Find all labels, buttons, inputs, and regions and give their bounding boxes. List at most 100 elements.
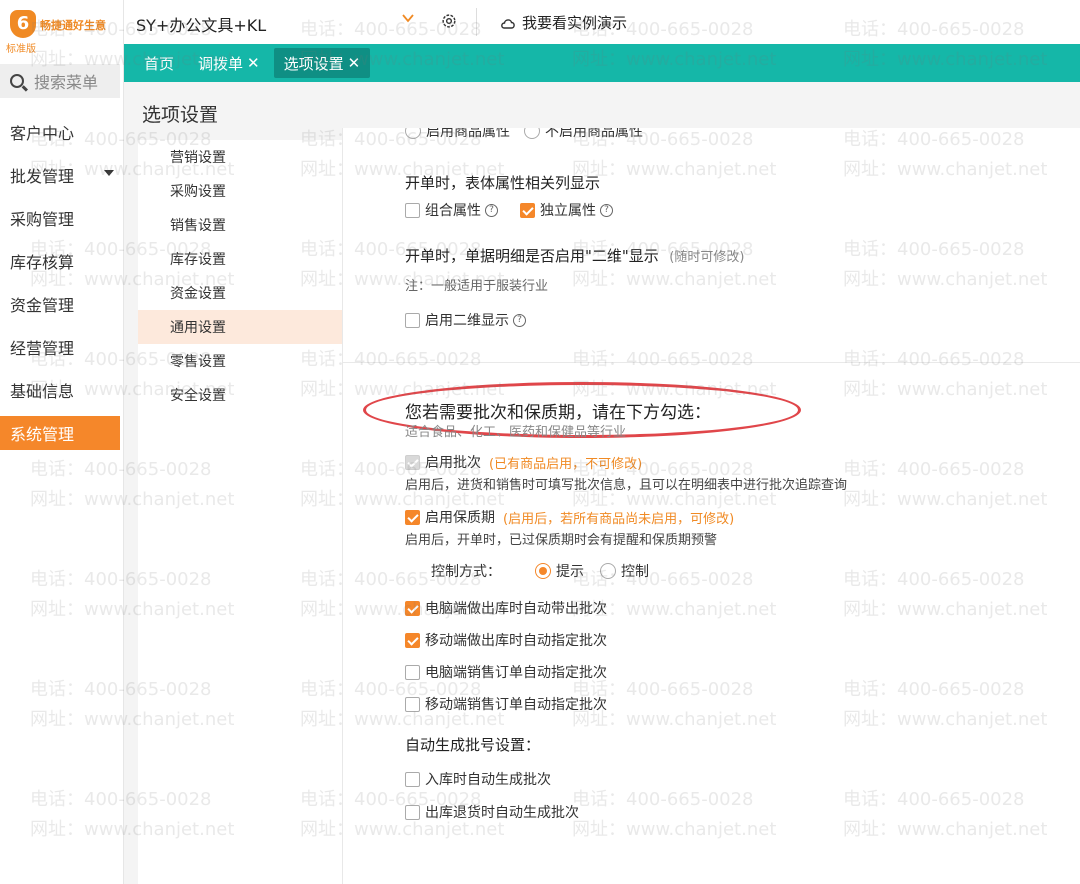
nav-item-label: 批发管理 bbox=[10, 166, 75, 186]
nav-item-customer[interactable]: 客户中心 bbox=[0, 110, 122, 153]
opt1-row: 电脑端做出库时自动带出批次 bbox=[405, 598, 607, 618]
settings-nav-general[interactable]: 通用设置 bbox=[138, 310, 342, 344]
settings-nav-funds[interactable]: 资金设置 bbox=[138, 276, 342, 310]
checkbox-enable-shelf-life[interactable] bbox=[405, 509, 420, 525]
twod-heading: 开单时，单据明细是否启用"二维"显示 bbox=[405, 247, 659, 265]
checkbox-label: 组合属性 bbox=[425, 203, 481, 219]
radio-disable-attr[interactable] bbox=[524, 128, 540, 139]
page-title: 选项设置 bbox=[142, 104, 219, 126]
settings-nav-sales[interactable]: 销售设置 bbox=[138, 208, 342, 242]
divider bbox=[343, 362, 1080, 363]
nav-item-operations[interactable]: 经营管理 bbox=[0, 325, 122, 368]
tab-bar: 首页 调拨单 ✕ 选项设置 ✕ bbox=[124, 44, 1080, 82]
checkbox-combo-attr[interactable] bbox=[405, 202, 420, 218]
checkbox-pc-outbound-auto-batch[interactable] bbox=[405, 600, 420, 616]
radio-label: 控制 bbox=[621, 564, 649, 580]
checkbox-return-auto-generate[interactable] bbox=[405, 804, 420, 820]
settings-nav: 营销设置 采购设置 销售设置 库存设置 资金设置 通用设置 零售设置 安全设置 bbox=[138, 140, 342, 884]
nav-item-basic-info[interactable]: 基础信息 bbox=[0, 368, 122, 411]
opt2-row: 移动端做出库时自动指定批次 bbox=[405, 630, 607, 650]
twod-heading-row: 开单时，单据明细是否启用"二维"显示 (随时可修改) bbox=[405, 245, 744, 266]
nav-item-label: 采购管理 bbox=[10, 209, 75, 229]
nav-item-label: 库存核算 bbox=[10, 252, 75, 272]
main-nav: 客户中心 批发管理 采购管理 库存核算 资金管理 经营管理 基础信息 系统管理 bbox=[0, 110, 122, 450]
twod-hint: (随时可修改) bbox=[669, 250, 745, 265]
checkbox-label: 移动端做出库时自动指定批次 bbox=[425, 633, 607, 649]
shelf-enable-row: 启用保质期 (启用后，若所有商品尚未启用，可修改) bbox=[405, 507, 734, 527]
checkbox-label: 独立属性 bbox=[540, 203, 596, 219]
search-menu-input[interactable]: 搜索菜单 bbox=[0, 64, 120, 98]
tab-label: 调拨单 bbox=[198, 54, 244, 73]
app-sidebar: 6 畅捷通好生意 标准版 搜索菜单 客户中心 批发管理 采购管理 库存核算 资金… bbox=[0, 0, 124, 884]
tab-label: 选项设置 bbox=[283, 54, 344, 73]
settings-nav-purchase[interactable]: 采购设置 bbox=[138, 174, 342, 208]
checkbox-label: 启用二维显示 bbox=[425, 313, 509, 329]
radio-enable-attr[interactable] bbox=[405, 128, 421, 139]
nav-item-inventory[interactable]: 库存核算 bbox=[0, 239, 122, 282]
edition-label: 标准版 bbox=[6, 44, 36, 55]
help-icon[interactable]: ? bbox=[485, 203, 498, 217]
batch-heading: 您若需要批次和保质期，请在下方勾选： bbox=[405, 403, 711, 423]
radio-label: 不启用商品属性 bbox=[545, 128, 643, 140]
auto-batch-heading: 自动生成批号设置： bbox=[405, 736, 541, 754]
twod-option: 启用二维显示 ? bbox=[405, 310, 526, 330]
checkbox-enable-2d[interactable] bbox=[405, 312, 420, 328]
demo-link[interactable]: 我要看实例演示 bbox=[500, 12, 627, 33]
nav-item-purchase[interactable]: 采购管理 bbox=[0, 196, 122, 239]
radio-label: 提示 bbox=[556, 564, 584, 580]
caret-down-icon bbox=[104, 170, 114, 176]
checkbox-label: 入库时自动生成批次 bbox=[425, 772, 551, 788]
nav-item-label: 系统管理 bbox=[10, 425, 75, 444]
tab-label: 首页 bbox=[144, 54, 175, 73]
chevron-down-icon[interactable] bbox=[402, 12, 414, 24]
settings-nav-retail[interactable]: 零售设置 bbox=[138, 344, 342, 378]
logo-text: 畅捷通好生意 bbox=[40, 19, 106, 32]
settings-nav-inventory[interactable]: 库存设置 bbox=[138, 242, 342, 276]
checkbox-independent-attr[interactable] bbox=[520, 202, 535, 218]
checkbox-mobile-outbound-auto-batch[interactable] bbox=[405, 632, 420, 648]
tab-option-settings[interactable]: 选项设置 ✕ bbox=[273, 48, 371, 78]
close-icon[interactable]: ✕ bbox=[247, 54, 260, 72]
checkbox-label: 启用保质期 bbox=[425, 510, 495, 526]
checkbox-label: 电脑端做出库时自动带出批次 bbox=[425, 601, 607, 617]
search-menu-placeholder: 搜索菜单 bbox=[34, 73, 99, 92]
gear-icon[interactable] bbox=[440, 12, 458, 30]
settings-content: 启用商品属性 不启用商品属性 开单时，表体属性相关列显示 组合属性 ? 独立属性… bbox=[342, 128, 1080, 884]
attr-options: 组合属性 ? 独立属性 ? bbox=[405, 200, 613, 220]
auto2-row: 出库退货时自动生成批次 bbox=[405, 802, 579, 822]
checkbox-label: 出库退货时自动生成批次 bbox=[425, 805, 579, 821]
control-mode-row: 控制方式： 提示 控制 bbox=[431, 561, 649, 581]
attr-heading: 开单时，表体属性相关列显示 bbox=[405, 174, 601, 192]
help-icon[interactable]: ? bbox=[600, 203, 613, 217]
checkbox-label: 电脑端销售订单自动指定批次 bbox=[425, 665, 607, 681]
logo-mark-icon: 6 bbox=[10, 10, 36, 38]
radio-control-enforce[interactable] bbox=[600, 563, 616, 579]
checkbox-pc-sales-order-auto-batch[interactable] bbox=[405, 664, 420, 680]
shelf-enable-hint: (启用后，若所有商品尚未启用，可修改) bbox=[503, 511, 735, 527]
batch-enable-hint: (已有商品启用，不可修改) bbox=[489, 456, 643, 472]
checkbox-label: 移动端销售订单自动指定批次 bbox=[425, 697, 607, 713]
settings-nav-marketing[interactable]: 营销设置 bbox=[138, 140, 342, 174]
help-icon[interactable]: ? bbox=[513, 313, 526, 327]
company-selector[interactable]: SY+办公文具+KL bbox=[136, 12, 266, 36]
nav-item-funds[interactable]: 资金管理 bbox=[0, 282, 122, 325]
nav-item-system[interactable]: 系统管理 bbox=[0, 416, 120, 450]
close-icon[interactable]: ✕ bbox=[348, 54, 361, 72]
checkbox-inbound-auto-generate[interactable] bbox=[405, 771, 420, 787]
shelf-desc: 启用后，开单时，已过保质期时会有提醒和保质期预警 bbox=[405, 533, 718, 548]
auto1-row: 入库时自动生成批次 bbox=[405, 769, 551, 789]
checkbox-mobile-sales-order-auto-batch[interactable] bbox=[405, 696, 420, 712]
settings-nav-security[interactable]: 安全设置 bbox=[138, 378, 342, 412]
opt3-row: 电脑端销售订单自动指定批次 bbox=[405, 662, 607, 682]
app-logo[interactable]: 6 畅捷通好生意 标准版 bbox=[6, 8, 124, 55]
radio-control-prompt[interactable] bbox=[535, 563, 551, 579]
search-icon bbox=[10, 74, 24, 88]
demo-label: 我要看实例演示 bbox=[522, 14, 628, 32]
cut-radio-row: 启用商品属性 不启用商品属性 bbox=[405, 128, 643, 141]
checkbox-enable-batch[interactable] bbox=[405, 454, 420, 470]
nav-item-wholesale[interactable]: 批发管理 bbox=[0, 153, 122, 196]
control-label: 控制方式： bbox=[431, 564, 501, 580]
tab-home[interactable]: 首页 bbox=[134, 48, 184, 78]
tab-transfer-order[interactable]: 调拨单 ✕ bbox=[188, 48, 270, 78]
nav-item-label: 经营管理 bbox=[10, 338, 75, 358]
